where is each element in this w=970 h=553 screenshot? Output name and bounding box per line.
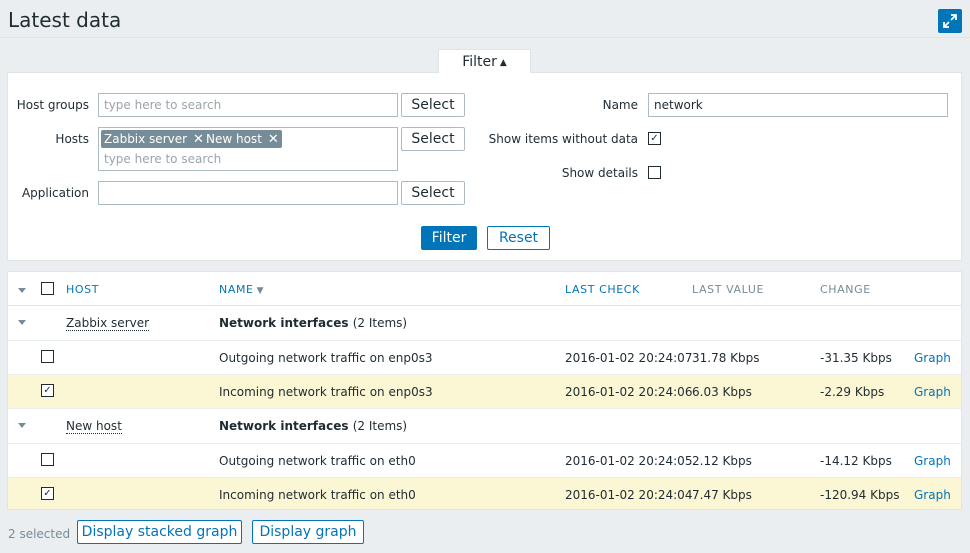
row-checkbox[interactable]: ✓ <box>41 487 54 500</box>
page-header: Latest data <box>0 0 970 38</box>
app-label: Network interfaces <box>219 419 349 433</box>
column-last-value: LAST VALUE <box>692 283 765 296</box>
name-label: Name <box>602 98 638 112</box>
host-groups-input[interactable]: type here to search <box>98 93 398 117</box>
fullscreen-button[interactable] <box>938 9 962 33</box>
last-check: 2016-01-02 20:24:04 <box>565 488 693 502</box>
show-without-data-checkbox[interactable]: ✓ <box>648 132 661 145</box>
show-details-label: Show details <box>561 166 638 180</box>
change-value: -31.35 Kbps <box>820 351 892 365</box>
graph-link[interactable]: Graph <box>914 488 951 502</box>
name-input[interactable]: network <box>648 93 948 117</box>
display-stacked-graph-button[interactable]: Display stacked graph <box>77 520 242 544</box>
table-header-row: HOST NAME ▼ LAST CHECK LAST VALUE CHANGE <box>8 272 961 306</box>
last-value: 6.03 Kbps <box>692 385 752 399</box>
host-groups-label: Host groups <box>16 98 89 112</box>
item-name: Outgoing network traffic on eth0 <box>219 454 416 468</box>
application-input[interactable] <box>98 181 398 205</box>
host-group-row: New host Network interfaces (2 Items) <box>8 409 961 444</box>
filter-tab-label: Filter <box>462 54 497 70</box>
graph-link[interactable]: Graph <box>914 351 951 365</box>
column-host[interactable]: HOST <box>66 283 99 296</box>
sort-desc-icon: ▼ <box>256 286 265 296</box>
host-link[interactable]: New host <box>66 419 122 434</box>
host-chip-new-host: New host ✕ <box>203 130 282 148</box>
table-row: ✓ Incoming network traffic on enp0s3 201… <box>8 375 961 409</box>
host-chip-zabbix-server: Zabbix server ✕ <box>101 130 207 148</box>
filter-tab[interactable]: Filter ▲ <box>438 49 531 73</box>
last-check: 2016-01-02 20:24:06 <box>565 385 693 399</box>
reset-button[interactable]: Reset <box>487 226 550 250</box>
last-value: 7.47 Kbps <box>692 488 752 502</box>
column-last-check[interactable]: LAST CHECK <box>565 283 640 296</box>
caret-up-icon: ▲ <box>499 58 507 68</box>
last-value: 2.12 Kbps <box>692 454 752 468</box>
item-name: Outgoing network traffic on enp0s3 <box>219 351 433 365</box>
table-row: Outgoing network traffic on eth0 2016-01… <box>8 444 961 478</box>
row-checkbox[interactable] <box>41 350 54 363</box>
remove-chip-icon[interactable]: ✕ <box>268 132 279 147</box>
application-name: Network interfaces (2 Items) <box>219 419 407 433</box>
collapse-icon[interactable] <box>18 320 26 325</box>
application-name: Network interfaces (2 Items) <box>219 316 407 330</box>
change-value: -14.12 Kbps <box>820 454 892 468</box>
item-name: Incoming network traffic on enp0s3 <box>219 385 433 399</box>
collapse-all-icon[interactable] <box>18 288 26 293</box>
table-row: Outgoing network traffic on enp0s3 2016-… <box>8 341 961 375</box>
chip-label: Zabbix server <box>104 132 188 146</box>
row-checkbox[interactable]: ✓ <box>41 384 54 397</box>
last-check: 2016-01-02 20:24:05 <box>565 454 693 468</box>
page-title: Latest data <box>8 8 122 32</box>
show-details-checkbox[interactable] <box>648 166 661 179</box>
expand-icon <box>943 14 957 28</box>
last-check: 2016-01-02 20:24:07 <box>565 351 693 365</box>
host-group-row: Zabbix server Network interfaces (2 Item… <box>8 306 961 341</box>
graph-link[interactable]: Graph <box>914 385 951 399</box>
row-checkbox[interactable] <box>41 453 54 466</box>
display-graph-button[interactable]: Display graph <box>252 520 364 544</box>
host-groups-select-button[interactable]: Select <box>401 93 465 117</box>
column-name-label: NAME <box>219 283 254 296</box>
app-label: Network interfaces <box>219 316 349 330</box>
change-value: -120.94 Kbps <box>820 488 900 502</box>
item-count: (2 Items) <box>352 316 408 330</box>
hosts-search-placeholder[interactable]: type here to search <box>104 152 221 166</box>
chip-label: New host <box>206 132 262 146</box>
latest-data-table: HOST NAME ▼ LAST CHECK LAST VALUE CHANGE … <box>7 271 962 510</box>
last-value: 31.78 Kbps <box>692 351 760 365</box>
hosts-label: Hosts <box>55 132 89 146</box>
host-link[interactable]: Zabbix server <box>66 316 150 331</box>
item-name: Incoming network traffic on eth0 <box>219 488 416 502</box>
collapse-icon[interactable] <box>18 423 26 428</box>
show-without-data-label: Show items without data <box>488 132 638 146</box>
application-label: Application <box>21 186 89 200</box>
column-name[interactable]: NAME ▼ <box>219 283 264 296</box>
selected-count: 2 selected <box>8 527 71 541</box>
change-value: -2.29 Kbps <box>820 385 885 399</box>
select-all-checkbox[interactable] <box>41 282 54 295</box>
graph-link[interactable]: Graph <box>914 454 951 468</box>
application-select-button[interactable]: Select <box>401 181 465 205</box>
table-row: ✓ Incoming network traffic on eth0 2016-… <box>8 478 961 509</box>
filter-button[interactable]: Filter <box>421 226 477 250</box>
filter-panel: Host groups type here to search Select H… <box>7 72 962 261</box>
item-count: (2 Items) <box>352 419 408 433</box>
hosts-multiselect[interactable]: Zabbix server ✕ New host ✕ type here to se… <box>98 127 398 171</box>
column-change: CHANGE <box>820 283 871 296</box>
